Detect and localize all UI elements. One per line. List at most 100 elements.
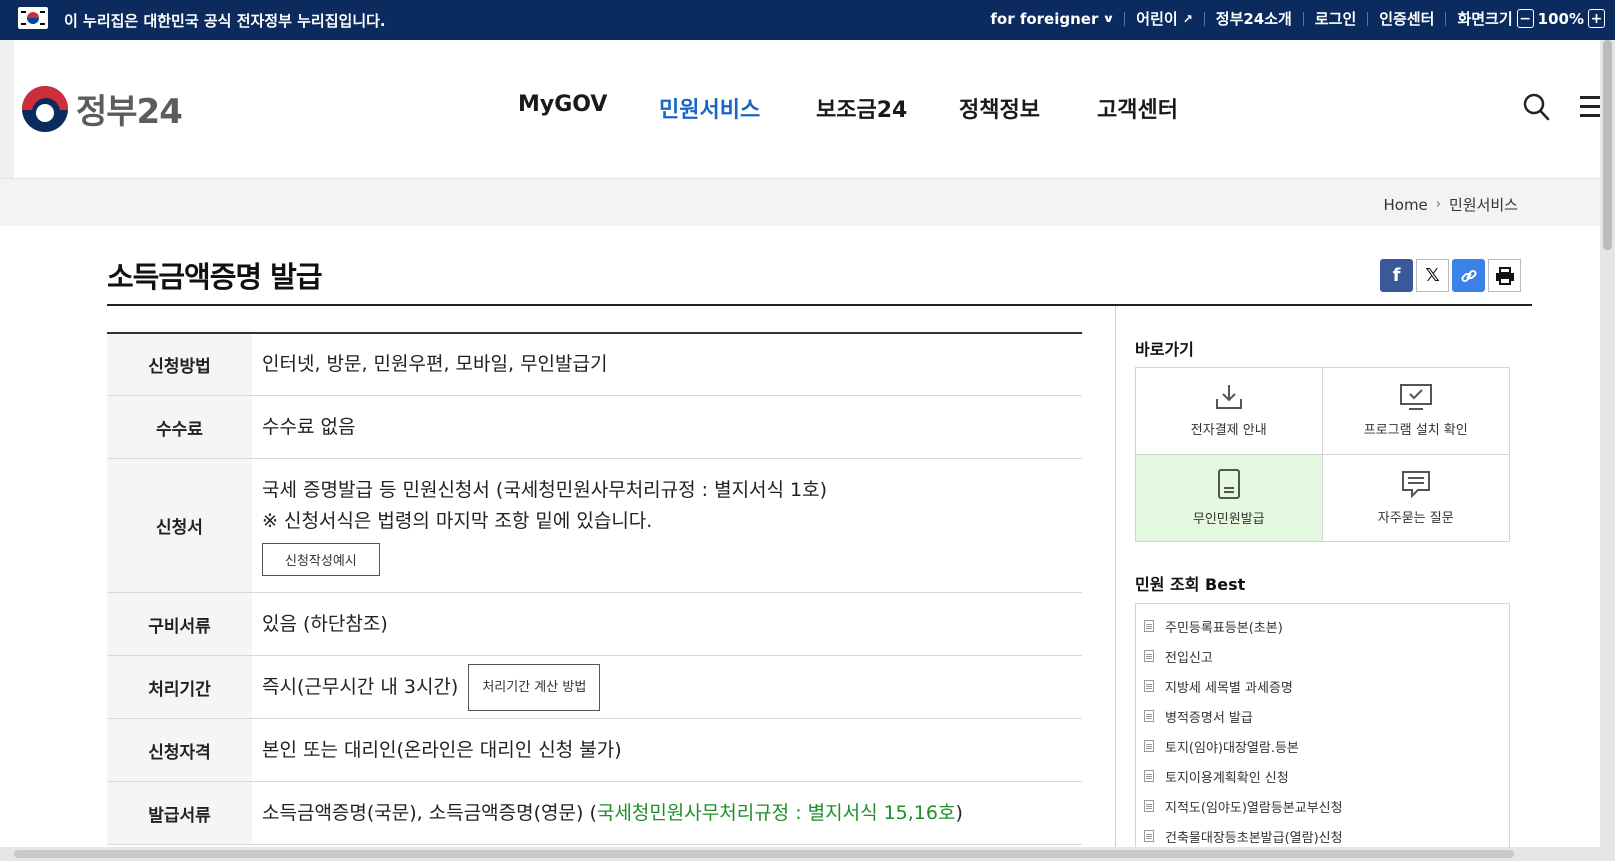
list-item[interactable]: 지방세 세목별 과세증명 [1144,671,1501,701]
gov-notice-text: 이 누리집은 대한민국 공식 전자정부 누리집입니다. [64,12,386,30]
gov-notice-bar: 이 누리집은 대한민국 공식 전자정부 누리집입니다. for foreigne… [0,0,1615,40]
login-link[interactable]: 로그인 [1315,8,1356,29]
table-row: 신청방법 인터넷, 방문, 민원우편, 모바일, 무인발급기 [107,334,1082,396]
speech-bubble-icon [1401,471,1430,499]
quick-link-program-check[interactable]: 프로그램 설치 확인 [1322,368,1509,455]
list-item[interactable]: 주민등록표등본(초본) [1144,611,1501,641]
row-value-form: 국세 증명발급 등 민원신청서 (국세청민원사무처리규정 : 별지서식 1호) [262,479,828,501]
breadcrumb-home[interactable]: Home [1383,196,1427,214]
for-foreigner-menu[interactable]: for foreigner ∨ [990,9,1116,28]
document-icon [1144,740,1154,752]
gov-emblem-icon [22,85,68,132]
list-item-label: 토지이용계획확인 신청 [1165,770,1289,786]
nav-customer-center[interactable]: 고객센터 [1097,92,1178,124]
column-divider [1115,306,1116,847]
quick-link-program-label: 프로그램 설치 확인 [1363,423,1468,439]
zoom-in-button[interactable]: + [1588,9,1605,28]
row-label-issued: 발급서류 [107,782,252,844]
facebook-share-icon[interactable]: f [1380,259,1413,292]
regulation-link[interactable]: 국세청민원사무처리규정 : 별지서식 15,16호 [597,802,956,824]
logo-text: 정부24 [76,92,183,132]
copy-link-icon[interactable] [1452,259,1485,292]
row-label-method: 신청방법 [107,334,252,395]
row-value-documents: 있음 (하단참조) [262,612,388,635]
quick-link-payment[interactable]: 전자결제 안내 [1136,368,1323,455]
table-row: 발급서류 소득금액증명(국문), 소득금액증명(영문) (국세청민원사무처리규정… [107,782,1082,845]
document-icon [1144,770,1154,782]
document-icon [1144,710,1154,722]
quick-links-grid: 전자결제 안내 프로그램 설치 확인 무인민원발급 자주묻는 질문 [1135,367,1510,542]
zoom-out-button[interactable]: − [1516,9,1534,28]
row-label-fee: 수수료 [107,396,252,458]
row-value-eligibility: 본인 또는 대리인(온라인은 대리인 신청 불가) [262,738,622,761]
page-title: 소득금액증명 발급 [107,260,323,294]
nav-subsidy24[interactable]: 보조금24 [816,92,907,124]
table-row: 신청자격 본인 또는 대리인(온라인은 대리인 신청 불가) [107,719,1082,782]
list-item-label: 전입신고 [1165,650,1213,666]
row-value-issued-suffix: ) [955,801,963,824]
table-row: 신청서 국세 증명발급 등 민원신청서 (국세청민원사무처리규정 : 별지서식 … [107,459,1082,593]
list-item[interactable]: 토지이용계획확인 신청 [1144,761,1501,791]
utility-menu: for foreigner ∨ 어린이 ↗ 정부24소개 로그인 인증센터 화면크기… [990,8,1609,29]
row-value-fee: 수수료 없음 [262,415,356,438]
table-row: 수수료 수수료 없음 [107,396,1082,459]
quick-links-title: 바로가기 [1135,340,1194,359]
about-link[interactable]: 정부24소개 [1216,8,1292,29]
form-example-button[interactable]: 신청작성예시 [262,543,380,576]
list-item[interactable]: 지적도(임야도)열람등본교부신청 [1144,791,1501,821]
vertical-scroll-thumb[interactable] [1603,40,1612,250]
title-divider [107,304,1532,306]
nav-mygov[interactable]: MyGOV [518,92,607,117]
row-value-issued: 소득금액증명(국문), 소득금액증명(영문) ( [262,801,597,824]
for-foreigner-label: for foreigner [990,9,1099,28]
list-item-label: 병적증명서 발급 [1165,710,1253,726]
list-item[interactable]: 병적증명서 발급 [1144,701,1501,731]
best-list: 주민등록표등본(초본) 전입신고 지방세 세목별 과세증명 병적증명서 발급 토… [1135,603,1510,853]
kiosk-icon [1217,469,1240,500]
quick-link-payment-label: 전자결제 안내 [1190,423,1267,439]
document-icon [1144,650,1154,662]
list-item-label: 토지(임야)대장열람.등본 [1165,740,1299,756]
list-item-label: 주민등록표등본(초본) [1165,620,1283,636]
screen-size-label: 화면크기 [1457,10,1513,28]
row-note-form: ※ 신청서식은 법령의 마지막 조항 밑에 있습니다. [262,510,653,532]
search-icon[interactable] [1522,92,1550,122]
row-label-processing: 처리기간 [107,656,252,718]
print-icon[interactable] [1488,259,1521,292]
best-list-title: 민원 조회 Best [1135,575,1246,594]
kids-label: 어린이 [1136,10,1178,28]
document-icon [1144,830,1154,842]
horizontal-scrollbar[interactable] [0,847,1600,861]
breadcrumb: Home › 민원서비스 [1383,194,1518,215]
horizontal-scroll-thumb[interactable] [14,850,1514,858]
vertical-scrollbar[interactable] [1600,40,1615,861]
download-icon [1215,385,1242,410]
row-label-documents: 구비서류 [107,593,252,655]
breadcrumb-band: Home › 민원서비스 [0,178,1600,226]
external-link-icon: ↗ [1182,11,1193,26]
nav-civil-service[interactable]: 민원서비스 [659,92,760,124]
breadcrumb-current[interactable]: 민원서비스 [1449,194,1518,215]
list-item-label: 건축물대장등초본발급(열람)신청 [1165,830,1343,846]
row-label-form: 신청서 [107,459,252,592]
table-row: 처리기간 즉시(근무시간 내 3시간) 처리기간 계산 방법 [107,656,1082,719]
quick-link-faq-label: 자주묻는 질문 [1377,511,1454,527]
list-item[interactable]: 전입신고 [1144,641,1501,671]
nav-policy-info[interactable]: 정책정보 [959,92,1040,124]
quick-link-kiosk-label: 무인민원발급 [1192,512,1265,528]
list-item-label: 지방세 세목별 과세증명 [1165,680,1293,696]
site-logo[interactable]: 정부24 [22,84,183,133]
site-header: 정부24 MyGOV 민원서비스 보조금24 정책정보 고객센터 [0,40,1604,178]
service-info-table: 신청방법 인터넷, 방문, 민원우편, 모바일, 무인발급기 수수료 수수료 없… [107,332,1082,845]
cert-center-link[interactable]: 인증센터 [1379,8,1434,29]
quick-link-faq[interactable]: 자주묻는 질문 [1323,455,1510,542]
monitor-check-icon [1399,384,1432,411]
list-item[interactable]: 토지(임야)대장열람.등본 [1144,731,1501,761]
chevron-down-icon: ∨ [1102,12,1116,25]
table-row: 구비서류 있음 (하단참조) [107,593,1082,656]
list-item-label: 지적도(임야도)열람등본교부신청 [1165,800,1343,816]
kids-link[interactable]: 어린이 ↗ [1136,8,1192,29]
processing-calc-button[interactable]: 처리기간 계산 방법 [468,663,601,711]
x-share-icon[interactable]: 𝕏 [1416,259,1449,292]
quick-link-kiosk[interactable]: 무인민원발급 [1136,454,1323,541]
